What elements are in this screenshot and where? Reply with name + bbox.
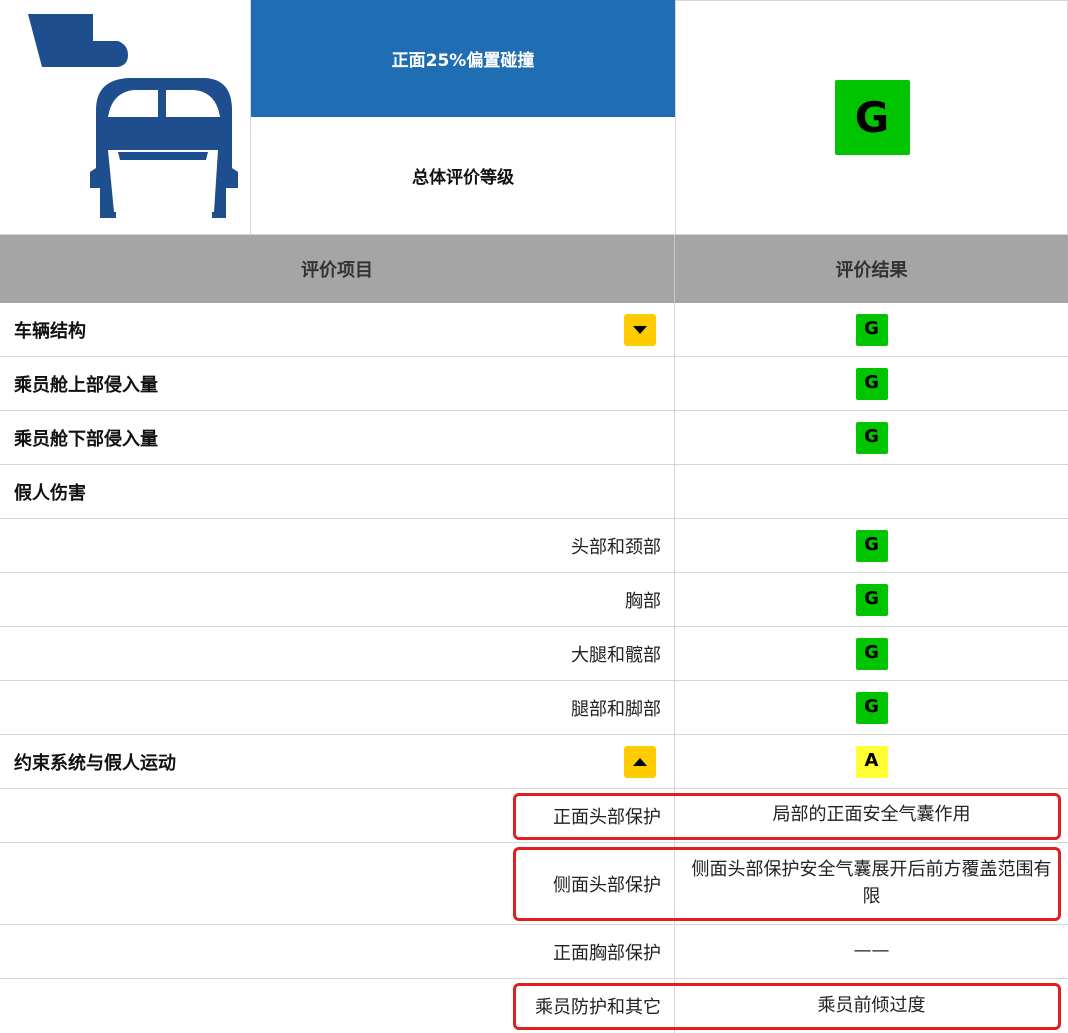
row-label-cell: 腿部和脚部 <box>0 681 675 734</box>
row-label-cell: 正面头部保护 <box>0 789 675 842</box>
table-row: 乘员防护和其它 乘员前倾过度 <box>0 979 1068 1033</box>
caret-up-icon <box>633 757 647 766</box>
overall-rating-cell: G <box>675 0 1068 235</box>
row-result-cell: A <box>675 735 1068 788</box>
rating-badge: G <box>855 367 888 400</box>
row-result-cell: G <box>675 627 1068 680</box>
row-result-text: —— <box>853 940 890 962</box>
row-result-cell: G <box>675 519 1068 572</box>
row-result-text: 侧面头部保护安全气囊展开后前方覆盖范围有限 <box>691 859 1052 907</box>
row-result-cell: G <box>675 303 1068 356</box>
table-row: 头部和颈部 G <box>0 519 1068 573</box>
row-label-cell: 大腿和髋部 <box>0 627 675 680</box>
expand-toggle-button[interactable] <box>624 313 656 346</box>
row-result-text: 局部的正面安全气囊作用 <box>772 804 971 826</box>
crash-test-logo <box>0 0 251 235</box>
row-result-cell <box>675 465 1068 518</box>
row-label: 腿部和脚部 <box>571 698 661 720</box>
overall-rating-badge: G <box>834 79 910 155</box>
row-label: 正面胸部保护 <box>553 942 661 964</box>
row-result-text: 乘员前倾过度 <box>817 994 926 1016</box>
column-header-row: 评价项目 评价结果 <box>0 235 1068 303</box>
row-label-cell: 乘员舱下部侵入量 <box>0 411 675 464</box>
table-row: 车辆结构 G <box>0 303 1068 357</box>
row-label: 正面头部保护 <box>553 806 661 828</box>
row-label-cell: 乘员防护和其它 <box>0 979 675 1033</box>
table-row: 胸部 G <box>0 573 1068 627</box>
row-label: 胸部 <box>625 590 661 612</box>
table-row: 正面胸部保护 —— <box>0 925 1068 979</box>
row-label: 假人伤害 <box>14 482 86 504</box>
row-label: 车辆结构 <box>14 320 86 342</box>
row-result-cell: G <box>675 573 1068 626</box>
caret-down-icon <box>633 325 647 334</box>
row-result-cell: G <box>675 681 1068 734</box>
rating-badge: G <box>855 637 888 670</box>
frontal-offset-crash-icon <box>28 14 238 218</box>
row-label: 头部和颈部 <box>571 536 661 558</box>
row-label-cell: 假人伤害 <box>0 465 675 518</box>
row-label-cell: 乘员舱上部侵入量 <box>0 357 675 410</box>
row-label-cell: 车辆结构 <box>0 303 675 356</box>
rating-badge: A <box>855 745 888 778</box>
row-label-cell: 正面胸部保护 <box>0 925 675 978</box>
table-row: 假人伤害 <box>0 465 1068 519</box>
row-label: 约束系统与假人运动 <box>14 752 176 774</box>
rating-badge: G <box>855 583 888 616</box>
row-label: 大腿和髋部 <box>571 644 661 666</box>
row-label: 乘员舱上部侵入量 <box>14 374 158 396</box>
row-label: 乘员防护和其它 <box>535 997 661 1018</box>
table-row: 乘员舱下部侵入量 G <box>0 411 1068 465</box>
row-label-cell: 约束系统与假人运动 <box>0 735 675 788</box>
column-header-result: 评价结果 <box>835 260 908 281</box>
rating-badge: G <box>855 421 888 454</box>
row-label: 侧面头部保护 <box>553 874 661 896</box>
row-result-cell: G <box>675 357 1068 410</box>
rating-badge: G <box>855 529 888 562</box>
collapse-toggle-button[interactable] <box>624 745 656 778</box>
rating-badge: G <box>855 313 888 346</box>
table-row: 大腿和髋部 G <box>0 627 1068 681</box>
row-label-cell: 胸部 <box>0 573 675 626</box>
table-row: 正面头部保护 局部的正面安全气囊作用 <box>0 789 1068 843</box>
column-header-item: 评价项目 <box>0 235 675 303</box>
overall-rating-label: 总体评价等级 <box>251 117 675 235</box>
table-row: 侧面头部保护 侧面头部保护安全气囊展开后前方覆盖范围有限 <box>0 843 1068 925</box>
test-name: 正面25%偏置碰撞 <box>251 0 675 117</box>
table-row: 乘员舱上部侵入量 G <box>0 357 1068 411</box>
table-row: 腿部和脚部 G <box>0 681 1068 735</box>
row-label-cell: 侧面头部保护 <box>0 843 675 924</box>
row-result-cell: G <box>675 411 1068 464</box>
table-row: 约束系统与假人运动 A <box>0 735 1068 789</box>
row-label: 乘员舱下部侵入量 <box>14 428 158 450</box>
rating-badge: G <box>855 691 888 724</box>
row-label-cell: 头部和颈部 <box>0 519 675 572</box>
